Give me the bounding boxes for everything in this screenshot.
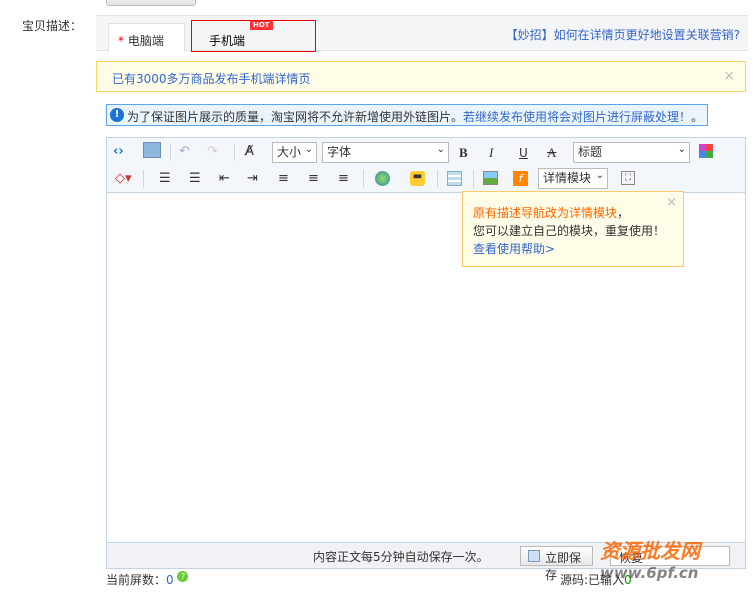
hot-badge: HOT xyxy=(250,21,273,30)
font-size-select[interactable]: 大小 xyxy=(272,140,317,163)
indent-icon[interactable]: ⇥ xyxy=(247,169,258,189)
required-mark: * xyxy=(118,34,124,48)
emoticon-icon[interactable]: ▬ xyxy=(410,171,425,186)
tooltip-line1: 原有描述导航改为详情模块， xyxy=(473,206,630,220)
editor-toolbar: ‹› ↶ ↷ A̸ 大小 字体 B I U A 标题 ◇▾ ☰ ☰ ⇤ ⇥ ≡ … xyxy=(107,138,745,193)
link-icon[interactable] xyxy=(375,171,390,186)
color-grid-icon[interactable] xyxy=(699,144,713,158)
warning-bar: ! 为了保证图片展示的质量，淘宝网将不允许新增使用外链图片。若继续发布使用将会对… xyxy=(106,104,708,126)
tab-mobile-label: 手机端 xyxy=(209,34,246,48)
italic-button[interactable]: I xyxy=(489,143,493,163)
flash-icon[interactable]: f xyxy=(513,171,528,186)
autosave-text: 内容正文每5分钟自动保存一次。 xyxy=(313,550,489,564)
save-icon xyxy=(528,550,540,562)
undo-icon[interactable]: ↶ xyxy=(179,142,190,162)
heading-select[interactable]: 标题 xyxy=(573,140,690,163)
detail-module-tooltip: × 原有描述导航改为详情模块， 您可以建立自己的模块，重复使用！ 查看使用帮助> xyxy=(462,191,684,267)
numbered-list-icon[interactable]: ☰ xyxy=(189,169,201,189)
redo-icon[interactable]: ↷ xyxy=(207,142,218,162)
separator xyxy=(143,170,144,188)
separator xyxy=(437,170,438,188)
screen-count-label: 当前屏数： xyxy=(106,573,167,587)
fullscreen-icon[interactable]: ⛶ xyxy=(621,171,635,185)
screen-count-value: 0 xyxy=(166,573,174,587)
font-family-select[interactable]: 字体 xyxy=(322,140,449,163)
preview-icon[interactable] xyxy=(143,142,161,158)
tip-link[interactable]: 【妙招】如何在详情页更好地设置关联营销? xyxy=(506,26,740,43)
tab-desktop-label: 电脑端 xyxy=(127,34,164,48)
format-painter-icon[interactable]: A̸ xyxy=(245,142,254,162)
close-icon[interactable]: × xyxy=(723,68,735,84)
align-center-icon[interactable]: ≡ xyxy=(308,169,319,189)
outdent-icon[interactable]: ⇤ xyxy=(219,169,230,189)
detail-module-select[interactable]: 详情模块 xyxy=(538,166,608,189)
notice-bar: 已有3000多万商品发布手机端详情页 × xyxy=(96,61,746,92)
help-icon[interactable]: ? xyxy=(177,571,189,582)
align-left-icon[interactable]: ≡ xyxy=(278,169,289,189)
strikethrough-button[interactable]: A xyxy=(547,143,556,163)
tooltip-line2: 您可以建立自己的模块，重复使用！ xyxy=(473,224,666,238)
bold-button[interactable]: B xyxy=(459,143,468,163)
warning-link[interactable]: 若继续发布使用将会对图片进行屏蔽处理！ xyxy=(463,110,691,124)
separator xyxy=(363,170,364,188)
table-icon[interactable] xyxy=(447,171,462,186)
source-code-icon[interactable]: ‹› xyxy=(113,142,124,162)
save-now-button[interactable]: 立即保存 xyxy=(520,546,593,582)
image-icon[interactable] xyxy=(483,171,498,185)
separator xyxy=(473,170,474,188)
close-icon[interactable]: × xyxy=(666,194,677,212)
field-label: 宝贝描述： xyxy=(22,19,83,33)
info-icon: ! xyxy=(110,108,124,122)
warning-text: 为了保证图片展示的质量，淘宝网将不允许新增使用外链图片。 xyxy=(127,110,464,124)
top-button[interactable] xyxy=(106,0,196,6)
screen-count: 当前屏数：0 ? xyxy=(106,571,189,588)
bullet-list-icon[interactable]: ☰ xyxy=(159,169,171,189)
tab-desktop[interactable]: * 电脑端 xyxy=(108,23,185,52)
help-link[interactable]: 查看使用帮助> xyxy=(473,242,555,256)
separator xyxy=(234,143,235,161)
highlight-color-icon[interactable]: ◇▾ xyxy=(115,169,132,189)
warning-tail: 。 xyxy=(691,110,704,124)
notice-text[interactable]: 已有3000多万商品发布手机端详情页 xyxy=(112,72,311,86)
underline-button[interactable]: U xyxy=(519,143,528,163)
align-right-icon[interactable]: ≡ xyxy=(338,169,349,189)
separator xyxy=(170,143,171,161)
watermark-logo: 资源批发网 www.6pf.cn xyxy=(600,539,700,582)
